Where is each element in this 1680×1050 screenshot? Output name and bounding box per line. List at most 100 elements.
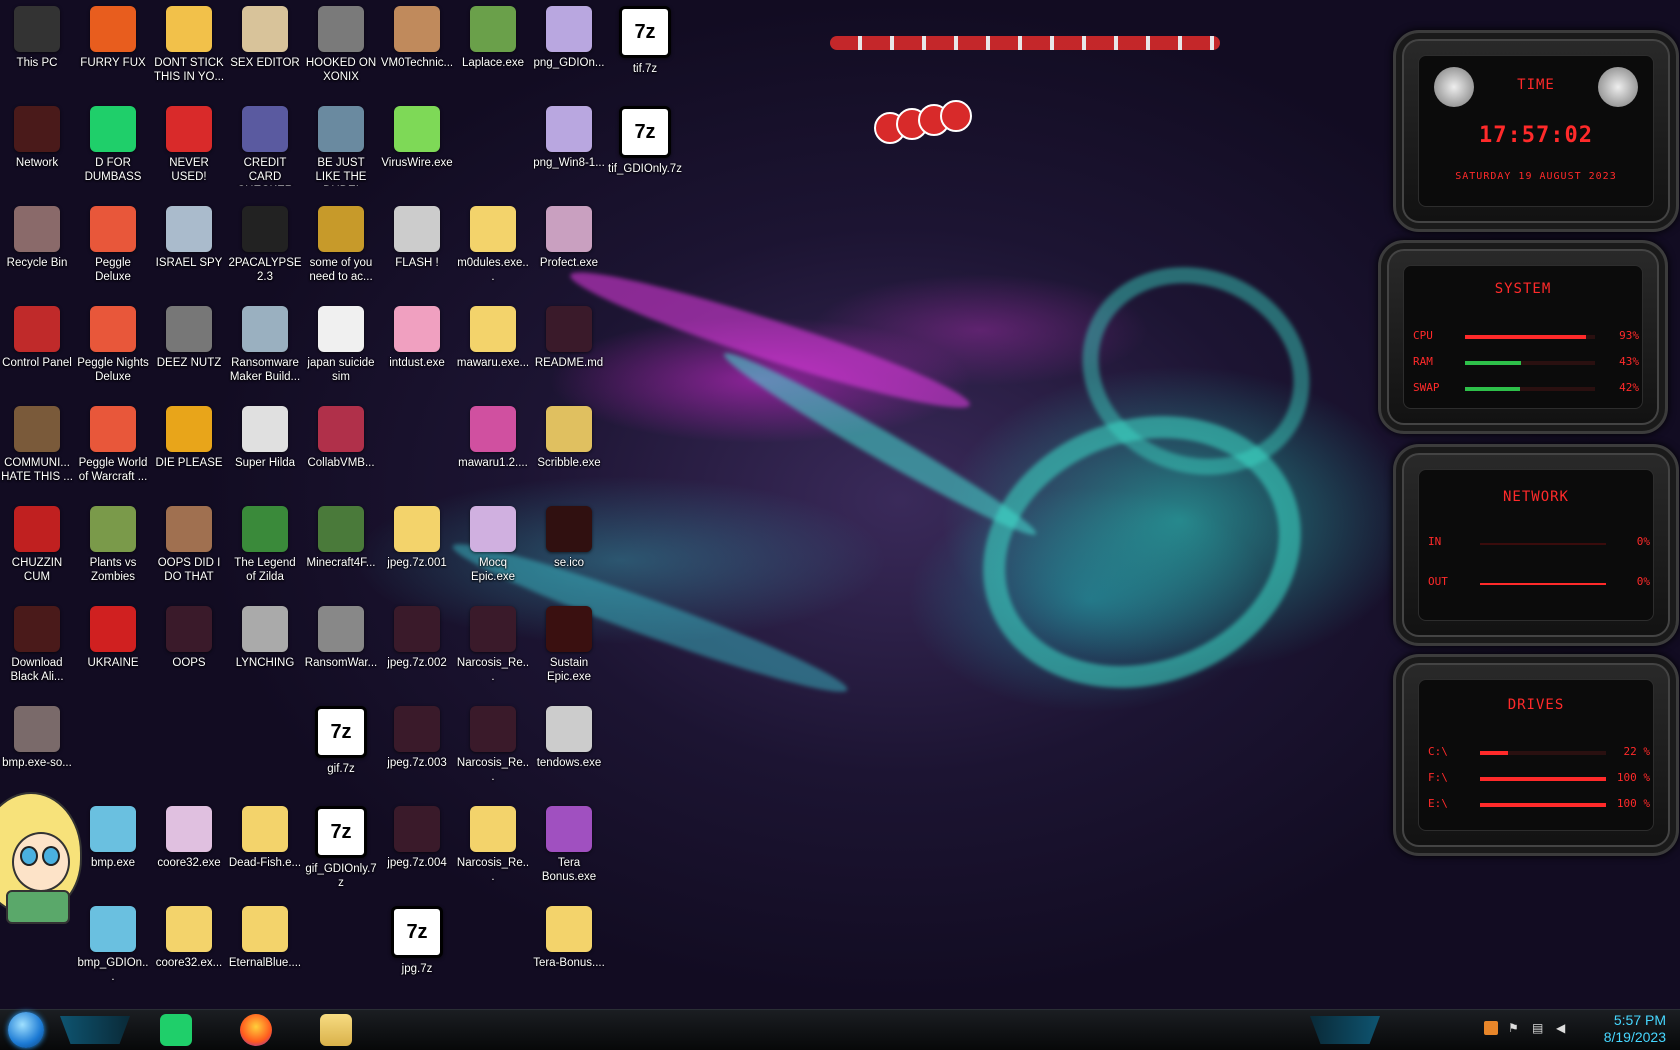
desktop-icon-label: mawaru.exe... (456, 357, 530, 369)
desktop-icon[interactable]: VM0Technic... (380, 6, 454, 102)
drive-row-value: 100 % (1616, 771, 1650, 784)
desktop-icon[interactable]: png_Win8-1... (532, 106, 606, 202)
desktop-icon[interactable]: jpeg.7z.003 (380, 706, 454, 802)
desktop-icon-image (242, 506, 288, 552)
desktop-icon-label: CHUZZIN CUM (11, 557, 63, 583)
desktop-icon[interactable]: 7z tif.7z (608, 6, 682, 102)
desktop-icon[interactable]: Dead-Fish.e... (228, 806, 302, 902)
desktop-icon[interactable]: some of you need to ac... (304, 206, 378, 302)
desktop-icon[interactable]: DONT STICK THIS IN YO... (152, 6, 226, 102)
desktop-icon[interactable]: japan suicide sim (304, 306, 378, 402)
desktop-icon[interactable]: EternalBlue.... (228, 906, 302, 1002)
desktop-icon-image (166, 906, 212, 952)
desktop-icon-label: Profect.exe (539, 257, 599, 269)
desktop-icon[interactable]: 7z gif.7z (304, 706, 378, 802)
desktop-icon[interactable]: png_GDIOn... (532, 6, 606, 102)
desktop-icon-image (546, 206, 592, 252)
desktop-icon[interactable]: Narcosis_Re... (456, 606, 530, 702)
desktop-icon[interactable]: DEEZ NUTZ (152, 306, 226, 402)
desktop-icon[interactable]: CHUZZIN CUM (0, 506, 74, 602)
desktop-icon[interactable]: mawaru1.2.... (456, 406, 530, 502)
desktop-icon[interactable]: Ransomware Maker Build... (228, 306, 302, 402)
desktop-icon-label: tif_GDIOnly.7z (608, 163, 682, 175)
desktop-icon[interactable]: DIE PLEASE (152, 406, 226, 502)
desktop-icon-image (242, 6, 288, 52)
desktop-icon[interactable]: bmp.exe-so... (0, 706, 74, 802)
desktop-icon-label: BE JUST LIKE THE DUDE! (315, 157, 367, 186)
desktop-icon[interactable]: Sustain Epic.exe (532, 606, 606, 702)
desktop-icon-image (546, 106, 592, 152)
desktop-icon[interactable]: jpeg.7z.004 (380, 806, 454, 902)
volume-icon[interactable]: ◀ (1556, 1021, 1570, 1035)
taskbar-decoration-left (60, 1016, 130, 1044)
desktop-icon[interactable]: VirusWire.exe (380, 106, 454, 202)
desktop-icon-image (470, 806, 516, 852)
desktop-icon-image (394, 306, 440, 352)
desktop-icon[interactable]: jpeg.7z.002 (380, 606, 454, 702)
desktop-icon[interactable]: OOPS DID I DO THAT (152, 506, 226, 602)
taskbar-date: 8/19/2023 (1603, 1029, 1666, 1045)
desktop-icon[interactable]: FLASH ! (380, 206, 454, 302)
desktop-icon[interactable]: Super Hilda (228, 406, 302, 502)
desktop-icon[interactable]: Tera-Bonus.... (532, 906, 606, 1002)
desktop-icon[interactable]: Network (0, 106, 74, 202)
desktop-icon[interactable]: FURRY FUX (76, 6, 150, 102)
desktop-icon[interactable]: D FOR DUMBASS (76, 106, 150, 202)
desktop-icon[interactable]: OOPS (152, 606, 226, 702)
desktop-icon[interactable]: se.ico (532, 506, 606, 602)
desktop-icon[interactable]: LYNCHING (228, 606, 302, 702)
desktop-icon[interactable]: HOOKED ON XONIX (304, 6, 378, 102)
desktop-icon[interactable]: Recycle Bin (0, 206, 74, 302)
desktop-icon[interactable]: bmp.exe (76, 806, 150, 902)
desktop-icon[interactable]: m0dules.exe... (456, 206, 530, 302)
desktop-icon[interactable]: intdust.exe (380, 306, 454, 402)
desktop-icon[interactable]: Laplace.exe (456, 6, 530, 102)
desktop-icon[interactable]: CREDIT CARD CHECKER (228, 106, 302, 202)
desktop-icon[interactable]: SEX EDITOR (228, 6, 302, 102)
start-orb-button[interactable] (8, 1012, 44, 1048)
desktop-icon[interactable]: Mocq Epic.exe (456, 506, 530, 602)
desktop-icon[interactable]: jpeg.7z.001 (380, 506, 454, 602)
network-icon[interactable]: ▤ (1532, 1021, 1546, 1035)
desktop-icon[interactable]: bmp_GDIOn... (76, 906, 150, 1002)
desktop-icon[interactable]: README.md (532, 306, 606, 402)
desktop-icon[interactable]: Peggle World of Warcraft ... (76, 406, 150, 502)
desktop-icon[interactable]: Scribble.exe (532, 406, 606, 502)
desktop-icon[interactable]: 2PACALYPSE 2.3 (228, 206, 302, 302)
desktop-icon[interactable]: This PC (0, 6, 74, 102)
desktop-icon-label: jpeg.7z.004 (387, 857, 447, 869)
tray-app-icon[interactable] (1484, 1021, 1498, 1035)
desktop-icon[interactable]: Tera Bonus.exe (532, 806, 606, 902)
desktop-icon[interactable]: tendows.exe (532, 706, 606, 802)
desktop-icon[interactable]: Download Black Ali... (0, 606, 74, 702)
desktop-icon[interactable]: Peggle Deluxe (76, 206, 150, 302)
desktop-icon[interactable]: Control Panel (0, 306, 74, 402)
desktop-icon[interactable]: NEVER USED! (152, 106, 226, 202)
desktop-icon[interactable]: UKRAINE (76, 606, 150, 702)
desktop-icon[interactable]: RansomWar... (304, 606, 378, 702)
file-explorer-button[interactable] (320, 1014, 352, 1046)
desktop-icon[interactable]: CollabVMB... (304, 406, 378, 502)
desktop-icon[interactable]: mawaru.exe... (456, 306, 530, 402)
desktop-icon[interactable]: 7z gif_GDIOnly.7z (304, 806, 378, 902)
firefox-button[interactable] (240, 1014, 272, 1046)
flag-icon[interactable]: ⚑ (1508, 1021, 1522, 1035)
desktop-icon[interactable]: Plants vs Zombies (76, 506, 150, 602)
taskbar-clock[interactable]: 5:57 PM 8/19/2023 (1604, 1012, 1666, 1046)
desktop-icon[interactable]: COMMUNI... HATE THIS ... (0, 406, 74, 502)
desktop-icon[interactable]: ISRAEL SPY (152, 206, 226, 302)
desktop-icon[interactable]: coore32.exe (152, 806, 226, 902)
desktop-icon[interactable]: Narcosis_Re... (456, 706, 530, 802)
network-in-graph (1480, 543, 1606, 545)
desktop-icon[interactable]: 7z jpg.7z (380, 906, 454, 1002)
desktop-icon-label: VirusWire.exe (381, 157, 453, 169)
desktop-icon[interactable]: Profect.exe (532, 206, 606, 302)
desktop-icon[interactable]: Peggle Nights Deluxe (76, 306, 150, 402)
desktop-icon[interactable]: Minecraft4F... (304, 506, 378, 602)
notes-app-button[interactable] (160, 1014, 192, 1046)
desktop-icon[interactable]: 7z tif_GDIOnly.7z (608, 106, 682, 202)
desktop-icon[interactable]: The Legend of Zilda (228, 506, 302, 602)
desktop-icon[interactable]: BE JUST LIKE THE DUDE! (304, 106, 378, 202)
desktop-icon[interactable]: Narcosis_Re... (456, 806, 530, 902)
desktop-icon[interactable]: coore32.ex... (152, 906, 226, 1002)
